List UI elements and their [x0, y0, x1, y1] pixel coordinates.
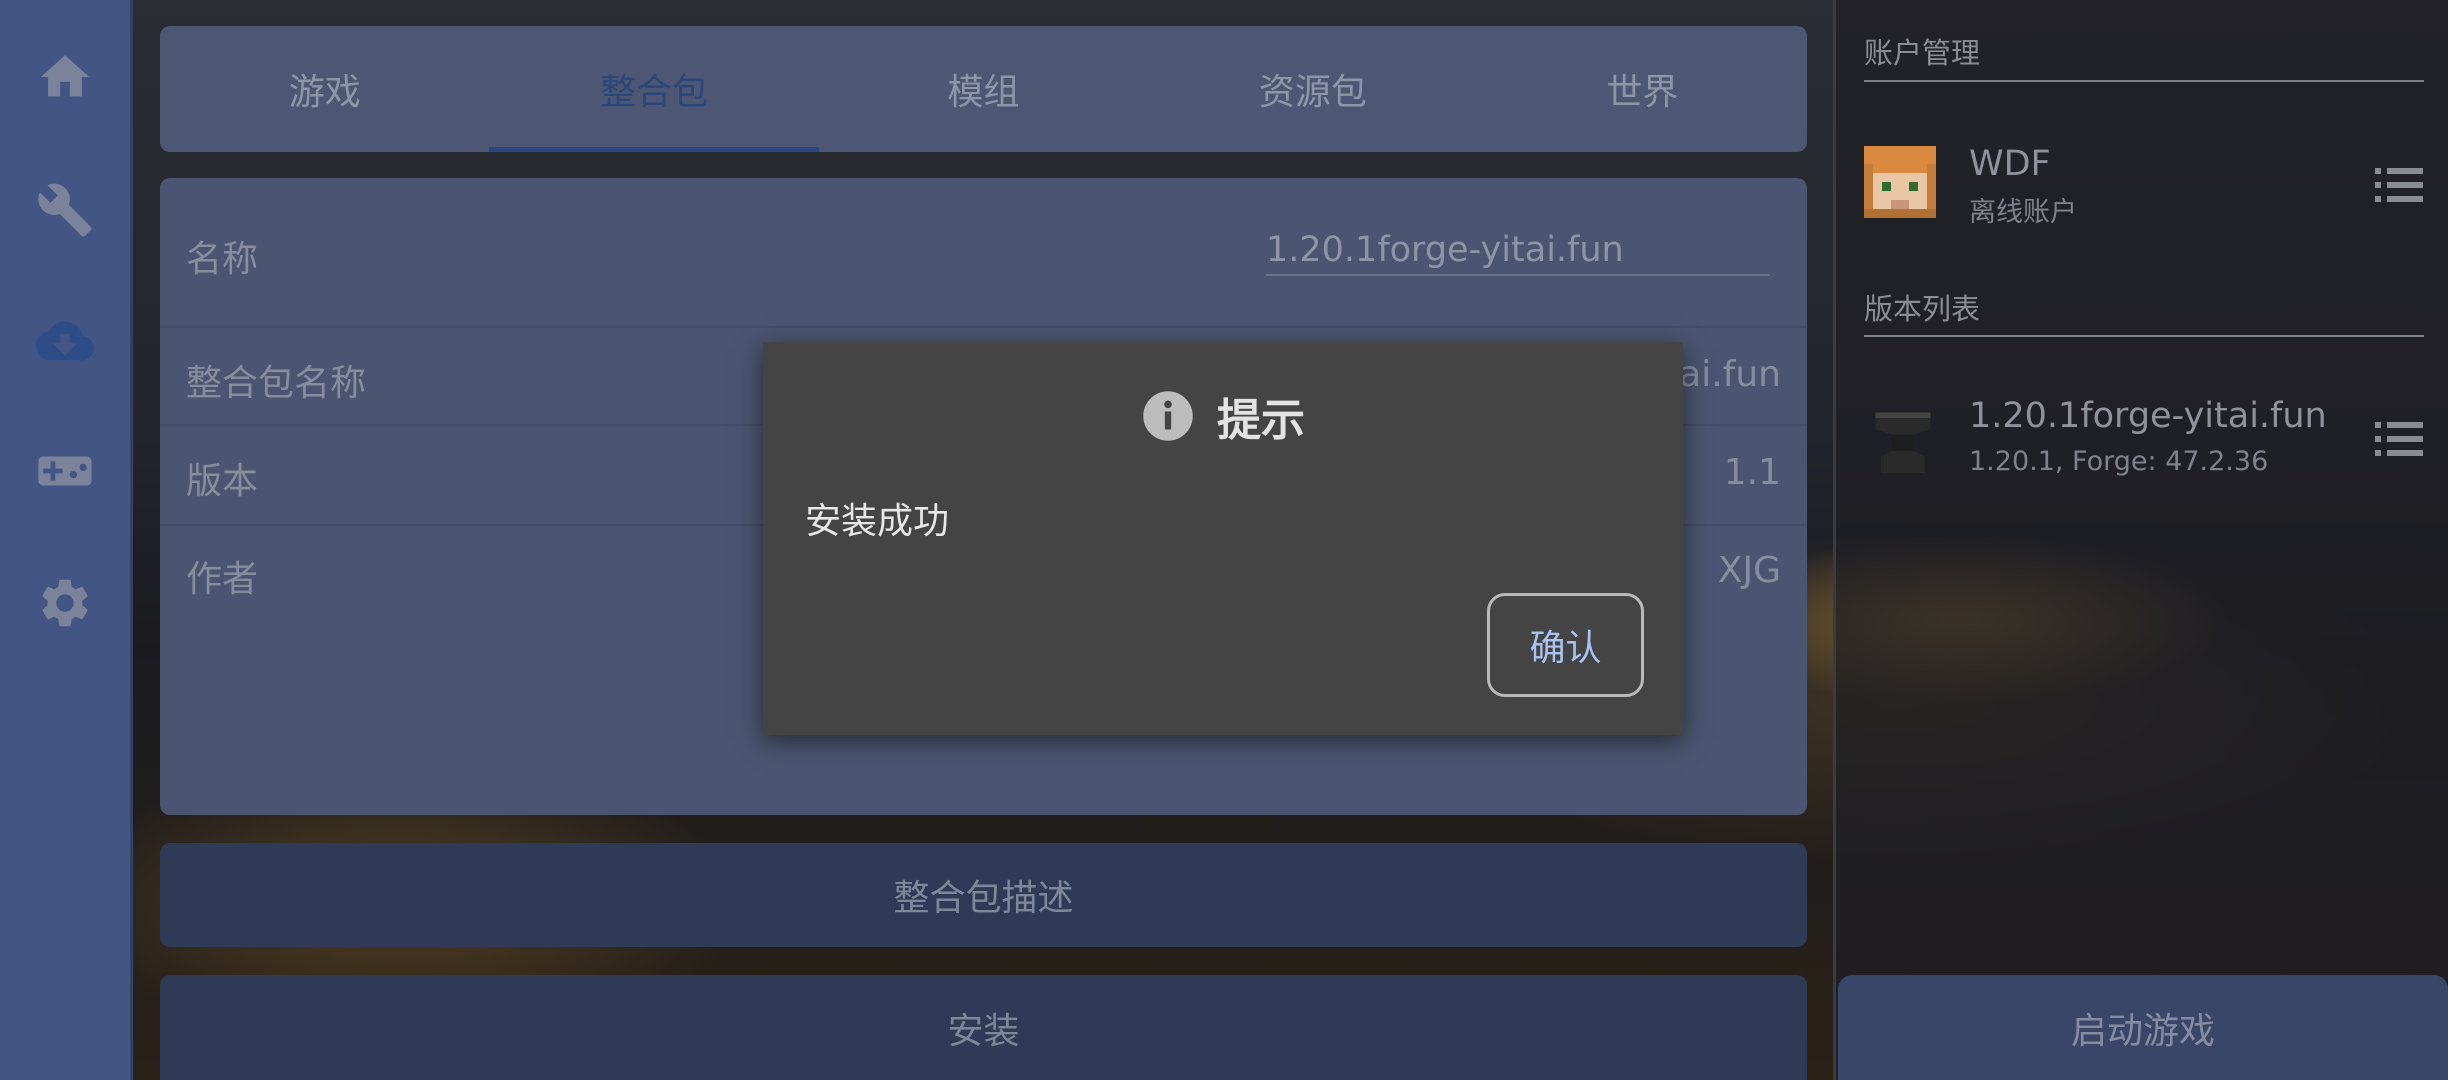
tab-bar: 游戏 整合包 模组 资源包 世界	[160, 26, 1807, 152]
tab-game[interactable]: 游戏	[160, 26, 489, 152]
tab-mods[interactable]: 模组	[819, 26, 1148, 152]
name-input[interactable]	[1266, 226, 1770, 276]
version-detail: 1.20.1, Forge: 47.2.36	[1969, 446, 2269, 477]
gear-icon[interactable]	[30, 568, 100, 638]
version-section-title: 版本列表	[1864, 292, 1981, 326]
cloud-download-icon[interactable]	[30, 306, 100, 376]
tab-modpack[interactable]: 整合包	[489, 26, 820, 152]
name-label: 名称	[186, 239, 259, 280]
launch-game-button[interactable]: 启动游戏	[1838, 975, 2448, 1080]
dialog-header: 提示	[763, 386, 1683, 446]
avatar	[1864, 146, 1936, 218]
account-section-title: 账户管理	[1864, 36, 1981, 70]
divider	[1864, 335, 2424, 337]
modpack-name-label: 整合包名称	[186, 363, 367, 404]
nav-rail	[0, 0, 133, 1080]
tab-worlds[interactable]: 世界	[1478, 26, 1807, 152]
version-value: 1.1	[1723, 452, 1781, 493]
author-label: 作者	[186, 559, 259, 600]
anvil-icon	[1875, 412, 1931, 473]
version-menu-icon[interactable]	[2374, 418, 2424, 458]
divider	[1864, 80, 2424, 82]
modpack-description-button[interactable]: 整合包描述	[160, 843, 1807, 947]
name-row: 名称	[160, 178, 1807, 328]
version-item[interactable]: 1.20.1forge-yitai.fun 1.20.1, Forge: 47.…	[1864, 396, 2424, 486]
info-icon	[1143, 391, 1193, 441]
dialog-message: 安装成功	[805, 501, 950, 542]
author-value: XJG	[1717, 550, 1781, 591]
version-name: 1.20.1forge-yitai.fun	[1969, 396, 2327, 436]
alert-dialog: 提示 安装成功 确认	[763, 342, 1683, 735]
install-button[interactable]: 安装	[160, 975, 1807, 1080]
home-icon[interactable]	[30, 42, 100, 112]
account-menu-icon[interactable]	[2374, 164, 2424, 204]
version-label: 版本	[186, 461, 259, 502]
gamepad-icon[interactable]	[30, 436, 100, 506]
account-name: WDF	[1969, 144, 2051, 184]
tab-resourcepacks[interactable]: 资源包	[1148, 26, 1477, 152]
wrench-icon[interactable]	[30, 175, 100, 245]
confirm-button[interactable]: 确认	[1487, 593, 1644, 697]
account-type: 离线账户	[1969, 197, 2077, 228]
account-item[interactable]: WDF 离线账户	[1864, 142, 2424, 232]
right-panel: 账户管理 WDF 离线账户 版本列表 1.20.1forge-yitai.fun…	[1833, 0, 2448, 1080]
dialog-title: 提示	[1217, 395, 1305, 446]
